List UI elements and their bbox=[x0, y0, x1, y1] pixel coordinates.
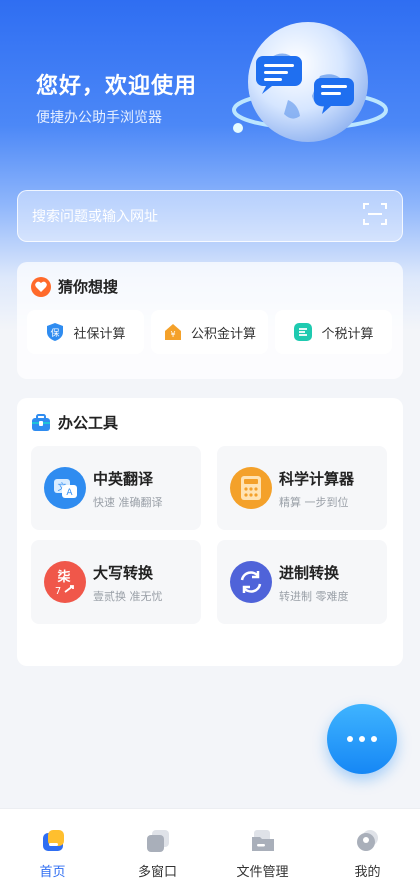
user-icon bbox=[356, 830, 378, 851]
office-tools-card: 办公工具 文 A 中英翻译 快速 准确翻译 科学计算器 精算 一步到位 柒 7 bbox=[17, 398, 403, 666]
translate-icon: 文 A bbox=[44, 467, 86, 509]
tab-home[interactable]: 首页 bbox=[0, 809, 105, 886]
tab-profile[interactable]: 我的 bbox=[315, 809, 420, 886]
tools-title: 办公工具 bbox=[31, 412, 118, 433]
chip-social-security[interactable]: 保 社保计算 bbox=[27, 310, 144, 354]
svg-text:A: A bbox=[66, 488, 73, 498]
guess-title: 猜你想搜 bbox=[31, 276, 118, 297]
tool-name: 中英翻译 bbox=[93, 470, 154, 488]
tool-desc: 壹贰换 准无忧 bbox=[93, 590, 163, 603]
svg-text:保: 保 bbox=[51, 327, 60, 339]
tab-files[interactable]: 文件管理 bbox=[210, 809, 315, 886]
dot-icon bbox=[359, 736, 365, 742]
tool-base-convert[interactable]: 进制转换 转进制 零难度 bbox=[217, 540, 387, 624]
svg-text:7: 7 bbox=[55, 586, 61, 597]
tool-desc: 快速 准确翻译 bbox=[93, 496, 163, 509]
svg-text:柒: 柒 bbox=[56, 569, 71, 585]
greeting-title: 您好，欢迎使用 bbox=[36, 74, 198, 99]
tool-name: 科学计算器 bbox=[279, 470, 355, 488]
tool-name: 进制转换 bbox=[279, 564, 340, 582]
tool-uppercase[interactable]: 柒 7 大写转换 壹贰换 准无忧 bbox=[31, 540, 201, 624]
chip-income-tax[interactable]: 个税计算 bbox=[275, 310, 392, 354]
dot-icon bbox=[371, 736, 377, 742]
tool-desc: 精算 一步到位 bbox=[279, 496, 349, 509]
folder-icon bbox=[251, 830, 274, 851]
scan-icon[interactable] bbox=[362, 201, 388, 231]
home-icon bbox=[42, 830, 64, 851]
dot-icon bbox=[347, 736, 353, 742]
tax-icon bbox=[294, 323, 313, 341]
globe-illustration bbox=[228, 18, 388, 148]
tool-translate[interactable]: 文 A 中英翻译 快速 准确翻译 bbox=[31, 446, 201, 530]
greeting-subtitle: 便捷办公助手浏览器 bbox=[36, 110, 162, 126]
convert-icon bbox=[230, 561, 272, 603]
heart-icon bbox=[31, 276, 51, 297]
windows-icon bbox=[146, 830, 169, 852]
bottom-tab-bar: 首页 多窗口 文件管理 我的 bbox=[0, 808, 420, 886]
tab-windows[interactable]: 多窗口 bbox=[105, 809, 210, 886]
svg-text:¥: ¥ bbox=[170, 330, 175, 339]
uppercase-icon: 柒 7 bbox=[44, 561, 86, 603]
chip-housing-fund[interactable]: ¥ 公积金计算 bbox=[151, 310, 268, 354]
search-bar[interactable]: 搜索问题或输入网址 bbox=[17, 190, 403, 242]
tool-name: 大写转换 bbox=[93, 564, 154, 582]
toolbox-icon bbox=[32, 413, 50, 431]
tool-calculator[interactable]: 科学计算器 精算 一步到位 bbox=[217, 446, 387, 530]
house-icon: ¥ bbox=[164, 324, 181, 340]
search-input[interactable]: 搜索问题或输入网址 bbox=[32, 206, 362, 226]
shield-icon: 保 bbox=[47, 323, 64, 341]
more-fab-button[interactable] bbox=[327, 704, 397, 774]
calculator-icon bbox=[230, 467, 272, 509]
tool-desc: 转进制 零难度 bbox=[279, 590, 349, 603]
guess-card: 猜你想搜 保 社保计算 ¥ 公积金计算 个税计算 bbox=[17, 262, 403, 379]
